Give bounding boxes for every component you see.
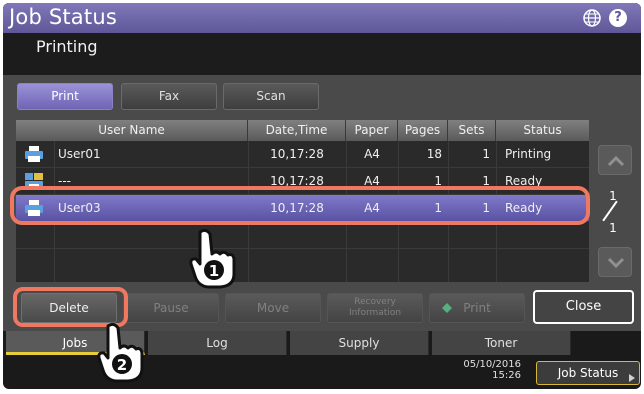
chevron-up-icon <box>607 155 625 167</box>
job-table: User Name Date,Time Paper Pages Sets Sta… <box>16 120 589 282</box>
app-title: Job Status <box>9 5 117 29</box>
recovery-information-button[interactable]: Recovery Information <box>327 293 423 323</box>
cell-status: Printing <box>505 147 552 161</box>
globe-icon[interactable] <box>583 9 601 27</box>
table-row-empty[interactable] <box>16 222 589 249</box>
scroll-down-button[interactable] <box>598 247 632 277</box>
scan-print-icon <box>25 173 43 189</box>
cell-sets: 1 <box>482 201 490 215</box>
help-icon[interactable]: ? <box>609 9 627 27</box>
cell-paper: A4 <box>364 174 380 188</box>
clock: 05/10/2016 15:26 <box>451 359 521 381</box>
step-number: 2 <box>117 356 127 374</box>
machine-status: Printing <box>36 37 98 56</box>
clock-time: 15:26 <box>492 370 521 381</box>
tab-scan[interactable]: Scan <box>223 83 319 110</box>
cell-pages: 18 <box>426 147 442 161</box>
printer-icon <box>25 200 43 216</box>
tab-fax[interactable]: Fax <box>121 83 217 110</box>
cell-sets: 1 <box>482 174 490 188</box>
nav-tab-toner[interactable]: Toner <box>432 331 571 355</box>
cell-user-name: User01 <box>58 147 101 161</box>
printer-icon <box>25 146 43 162</box>
recovery-label-line2: Information <box>348 308 402 318</box>
cell-status: Ready <box>505 201 543 215</box>
cell-date-time: 10,17:28 <box>270 201 324 215</box>
hand-pointer-icon-step-2: 2 <box>97 322 144 383</box>
cell-pages: 1 <box>434 201 442 215</box>
cell-date-time: 10,17:28 <box>270 147 324 161</box>
column-sets: Sets <box>448 120 496 141</box>
page-separator <box>602 200 618 222</box>
table-row[interactable]: User01 10,17:28 A4 18 1 Printing <box>16 141 589 168</box>
diamond-icon <box>442 303 452 313</box>
cell-date-time: 10,17:28 <box>270 174 324 188</box>
print-button[interactable]: Print <box>429 293 525 323</box>
column-status: Status <box>523 123 562 137</box>
print-label: Print <box>463 301 491 315</box>
triangle-right-icon <box>629 374 635 382</box>
page-current: 1 <box>609 189 617 203</box>
job-panel: Print Fax Scan User Name Date,Time Paper… <box>3 75 641 331</box>
cell-sets: 1 <box>482 147 490 161</box>
move-button[interactable]: Move <box>225 293 321 323</box>
table-row-selected[interactable]: User03 10,17:28 A4 1 1 Ready <box>16 195 589 222</box>
cell-paper: A4 <box>364 201 380 215</box>
clock-date: 05/10/2016 <box>463 359 521 370</box>
table-row[interactable]: --- 10,17:28 A4 1 1 Ready <box>16 168 589 195</box>
cell-user-name: --- <box>58 174 71 188</box>
column-pages: Pages <box>398 120 448 141</box>
nav-tab-supply[interactable]: Supply <box>290 331 429 355</box>
job-status-button[interactable]: Job Status <box>536 361 640 385</box>
pause-button[interactable]: Pause <box>123 293 219 323</box>
cell-user-name: User03 <box>58 201 101 215</box>
delete-button[interactable]: Delete <box>21 293 117 323</box>
column-date-time: Date,Time <box>248 120 346 141</box>
column-user-name: User Name <box>16 120 248 141</box>
scroll-up-button[interactable] <box>598 145 632 175</box>
step-number: 1 <box>209 262 219 280</box>
nav-tab-log[interactable]: Log <box>148 331 287 355</box>
hand-pointer-icon-step-1: 1 <box>189 228 236 289</box>
cell-status: Ready <box>505 174 543 188</box>
job-status-label: Job Status <box>557 366 619 380</box>
column-paper: Paper <box>346 120 398 141</box>
header: Job Status ? Printing <box>3 3 641 75</box>
page-total: 1 <box>609 221 617 235</box>
chevron-down-icon <box>607 257 625 269</box>
table-header: User Name Date,Time Paper Pages Sets Sta… <box>16 120 589 141</box>
title-bar: Job Status ? <box>3 3 641 33</box>
cell-pages: 1 <box>434 174 442 188</box>
cell-paper: A4 <box>364 147 380 161</box>
recovery-label-line1: Recovery <box>354 297 396 307</box>
table-row-empty[interactable] <box>16 249 589 276</box>
tab-print[interactable]: Print <box>17 83 113 110</box>
close-button[interactable]: Close <box>533 290 634 324</box>
